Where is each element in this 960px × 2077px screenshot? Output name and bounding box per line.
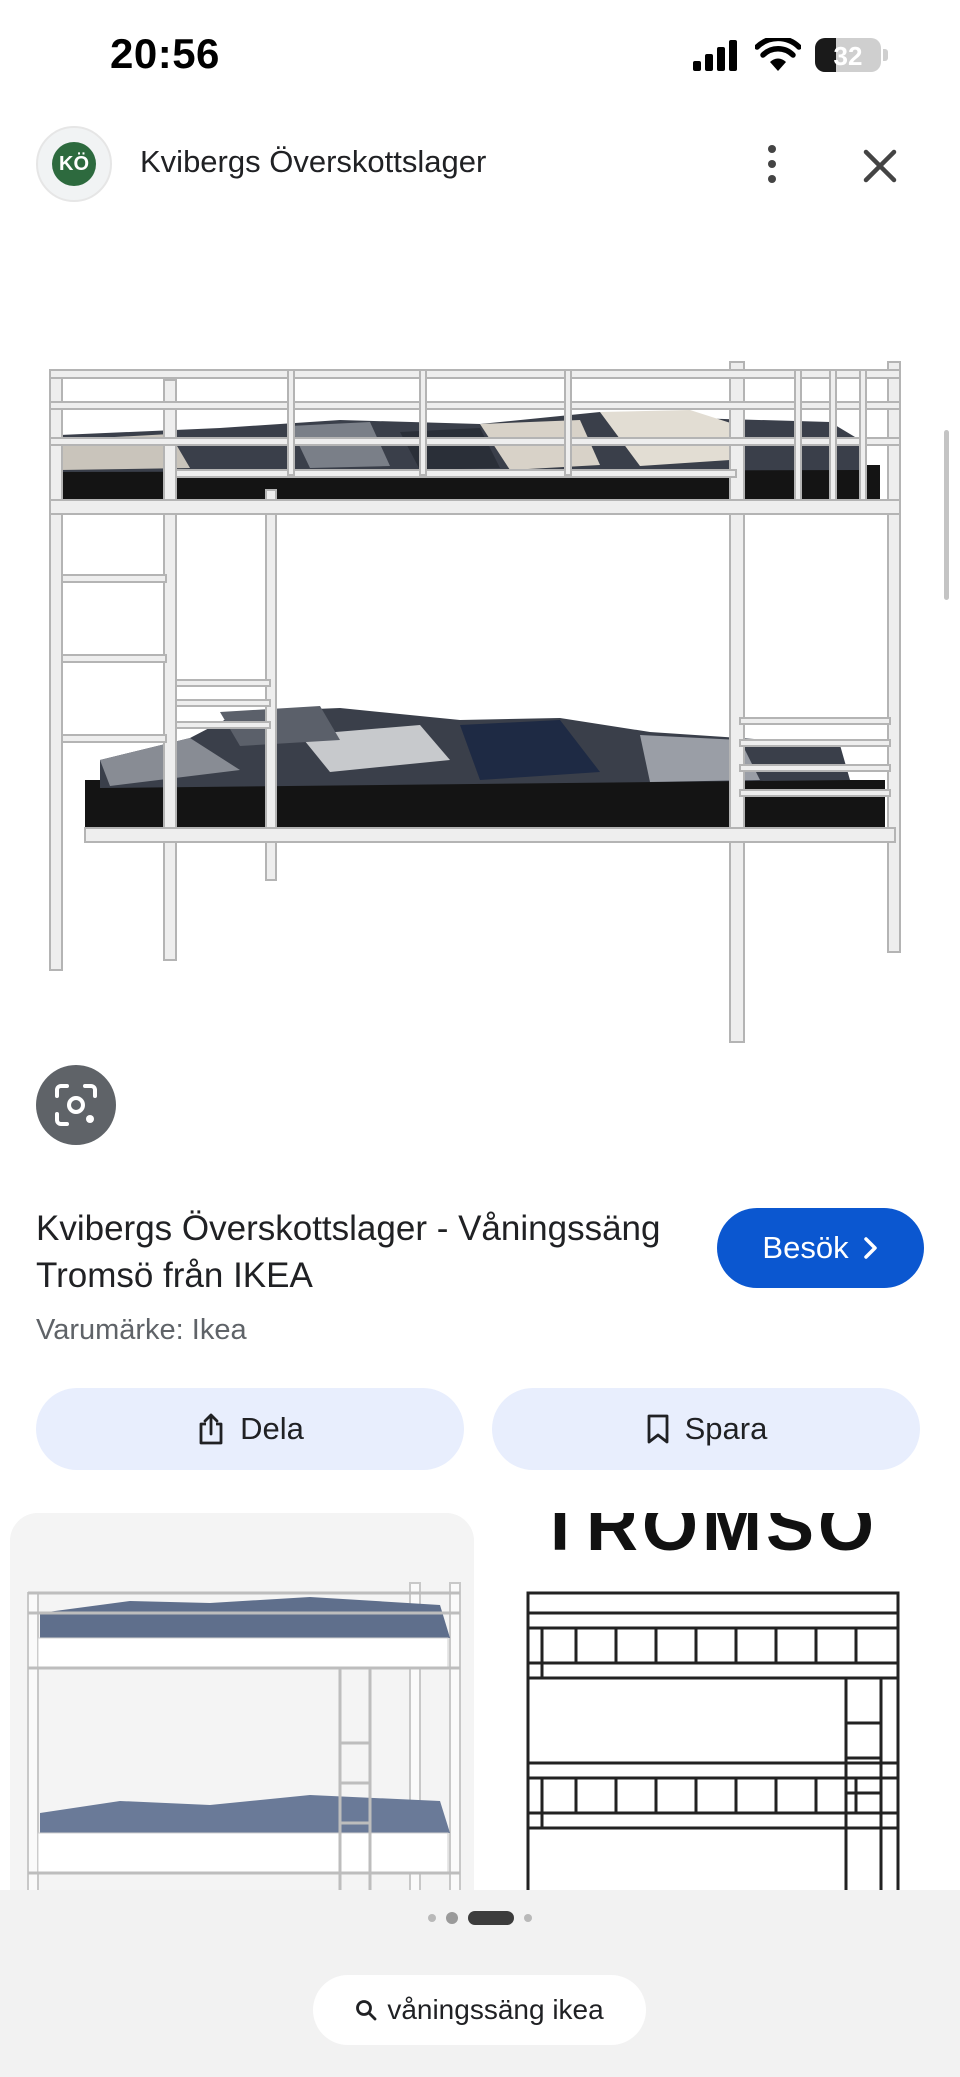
more-vert-icon-dot (768, 175, 776, 183)
signal-icon (693, 40, 737, 71)
search-icon (356, 2000, 377, 2021)
related-image-1[interactable] (10, 1513, 474, 1890)
lens-icon (55, 1084, 97, 1126)
page-dot[interactable] (446, 1912, 458, 1924)
search-query-chip[interactable]: våningssäng ikea (313, 1975, 646, 2045)
wifi-icon (755, 38, 801, 71)
search-query-label: våningssäng ikea (387, 1994, 604, 2025)
share-button[interactable]: Dela (36, 1388, 464, 1470)
more-options-button[interactable] (752, 136, 792, 192)
save-button[interactable]: Spara (492, 1388, 920, 1470)
related-image-2[interactable]: TROMSÖ (486, 1513, 950, 1890)
status-bar: 20:56 32 (0, 0, 960, 115)
site-name[interactable]: Kvibergs Överskottslager (140, 144, 486, 180)
source-header: KÖ Kvibergs Överskottslager (0, 120, 960, 210)
result-title: Kvibergs Överskottslager - Våningssäng T… (36, 1209, 661, 1295)
close-icon[interactable] (852, 138, 908, 194)
battery-indicator: 32 (815, 38, 881, 72)
battery-cap (883, 49, 888, 61)
related-image-2-drawing (526, 1591, 900, 1890)
save-button-label: Spara (684, 1411, 768, 1446)
page-dot[interactable] (524, 1914, 532, 1922)
more-vert-icon-dot (768, 160, 776, 168)
visit-button-label: Besök (762, 1230, 849, 1265)
product-image[interactable] (40, 340, 920, 1060)
scroll-indicator[interactable] (944, 430, 949, 600)
site-logo-text: KÖ (52, 142, 96, 186)
result-brand: Varumärke: Ikea (36, 1314, 247, 1346)
share-icon (199, 1413, 223, 1445)
status-icons: 32 (691, 38, 888, 72)
share-button-label: Dela (240, 1411, 304, 1446)
bookmark-icon (647, 1414, 669, 1444)
more-vert-icon (768, 145, 776, 153)
site-logo[interactable]: KÖ (36, 126, 112, 202)
battery-level: 32 (833, 41, 863, 71)
page-dot-active[interactable] (468, 1911, 514, 1925)
page-dot[interactable] (428, 1914, 436, 1922)
status-time: 20:56 (110, 30, 220, 77)
lens-button[interactable] (36, 1065, 116, 1145)
visit-button[interactable]: Besök (717, 1208, 924, 1288)
pagination-dots (0, 1911, 960, 1925)
chevron-right-icon (863, 1237, 877, 1259)
